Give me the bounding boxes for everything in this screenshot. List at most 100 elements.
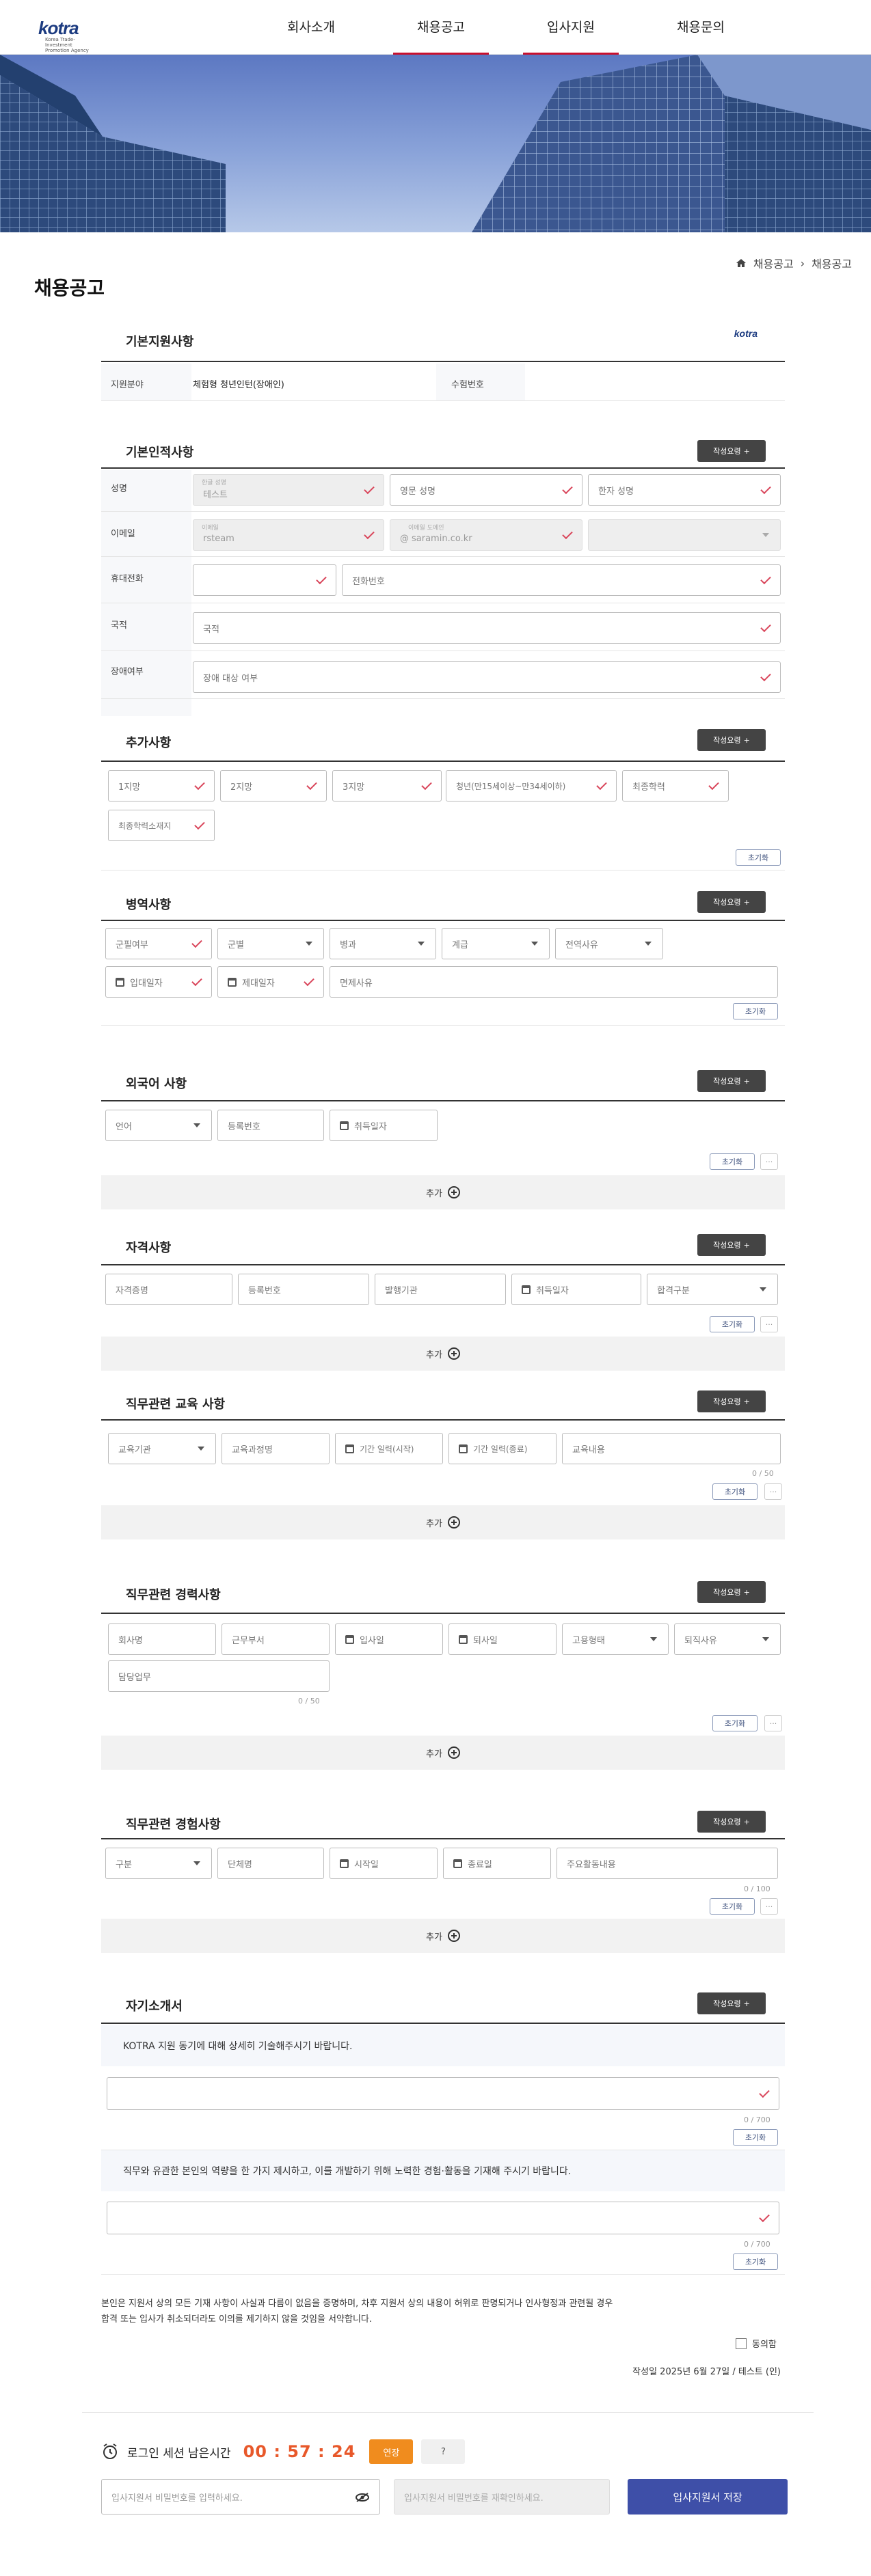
add-row-button[interactable]: 추가 bbox=[101, 1175, 785, 1209]
reset-button[interactable]: 초기화 bbox=[733, 1003, 778, 1019]
add-row-button[interactable]: 추가 bbox=[101, 1505, 785, 1539]
add-row-button[interactable]: 추가 bbox=[101, 1919, 785, 1953]
save-application-button[interactable]: 입사지원서 저장 bbox=[628, 2479, 788, 2515]
phone-input[interactable]: 전화번호 bbox=[342, 564, 781, 596]
question-2: 직무와 유관한 본인의 역량을 한 가지 제시하고, 이를 개발하기 위해 노력… bbox=[101, 2150, 785, 2191]
training-start-input[interactable]: 기간 일력(시작) bbox=[335, 1433, 443, 1464]
activity-input[interactable]: 주요활동내용 bbox=[557, 1848, 778, 1879]
guide-button[interactable]: 작성요령 + bbox=[697, 891, 766, 913]
training-content-input[interactable]: 교육내용 bbox=[562, 1433, 781, 1464]
organization-input[interactable]: 단체명 bbox=[217, 1848, 324, 1879]
add-row-button[interactable]: 추가 bbox=[101, 1736, 785, 1770]
reset-button[interactable]: 초기화 bbox=[710, 1316, 755, 1332]
leave-reason-select[interactable]: 퇴직사유 bbox=[674, 1623, 781, 1655]
military-branch-select[interactable]: 군별 bbox=[217, 928, 324, 959]
reset-button[interactable]: 초기화 bbox=[710, 1153, 755, 1170]
name-input[interactable]: 한글 성명 테스트 bbox=[193, 474, 384, 506]
nav-recruit[interactable]: 채용공고 bbox=[376, 0, 506, 55]
more-button[interactable]: ··· bbox=[760, 1898, 778, 1915]
acquired-date-input[interactable]: 취득일자 bbox=[330, 1110, 438, 1141]
guide-button[interactable]: 작성요령 + bbox=[697, 729, 766, 751]
youth-select[interactable]: 청년(만15세이상~만34세이하) bbox=[446, 770, 617, 801]
exp-end-input[interactable]: 종료일 bbox=[443, 1848, 551, 1879]
session-timer: 로그인 세션 남은시간 00 : 57 : 24 연장 ? bbox=[101, 2439, 466, 2464]
guide-button[interactable]: 작성요령 + bbox=[697, 1581, 766, 1603]
discharge-reason-select[interactable]: 전역사유 bbox=[555, 928, 663, 959]
more-button[interactable]: ··· bbox=[760, 1153, 778, 1170]
help-button[interactable]: ? bbox=[421, 2439, 466, 2464]
company-name-input[interactable]: 회사명 bbox=[108, 1623, 216, 1655]
answer-2-textarea[interactable] bbox=[107, 2202, 779, 2234]
military-rank-select[interactable]: 계급 bbox=[442, 928, 550, 959]
plus-icon: + bbox=[743, 1587, 750, 1597]
guide-button[interactable]: 작성요령 + bbox=[697, 440, 766, 462]
more-button[interactable]: ··· bbox=[764, 1715, 782, 1731]
language-select[interactable]: 언어 bbox=[105, 1110, 212, 1141]
checkbox-box[interactable] bbox=[736, 2338, 747, 2349]
guide-button[interactable]: 작성요령 + bbox=[697, 1390, 766, 1412]
phone-prefix-input[interactable] bbox=[193, 564, 336, 596]
chinese-name-input[interactable]: 한자 성명 bbox=[588, 474, 781, 506]
certificate-name-input[interactable]: 자격증명 bbox=[105, 1274, 232, 1305]
choice1-select[interactable]: 1지망 bbox=[108, 770, 215, 801]
exp-start-input[interactable]: 시작일 bbox=[330, 1848, 438, 1879]
password-input[interactable]: 입사지원서 비밀번호를 입력하세요. bbox=[101, 2479, 380, 2515]
email-domain-input[interactable]: 이메일 도메인 @ saramin.co.kr bbox=[390, 519, 582, 551]
choice3-select[interactable]: 3지망 bbox=[332, 770, 442, 801]
nav-apply[interactable]: 입사지원 bbox=[506, 0, 636, 55]
education-select[interactable]: 최종학력 bbox=[622, 770, 729, 801]
extend-button[interactable]: 연장 bbox=[369, 2439, 414, 2464]
more-button[interactable]: ··· bbox=[760, 1316, 778, 1332]
nav-inquiry[interactable]: 채용문의 bbox=[636, 0, 766, 55]
certificate-date-input[interactable]: 취득일자 bbox=[511, 1274, 641, 1305]
course-name-input[interactable]: 교육과정명 bbox=[222, 1433, 330, 1464]
agree-checkbox[interactable]: 동의함 bbox=[736, 2337, 777, 2350]
disability-input[interactable]: 장애 대상 여부 bbox=[193, 661, 781, 693]
answer-1-textarea[interactable] bbox=[107, 2077, 779, 2110]
more-button[interactable]: ··· bbox=[764, 1483, 782, 1500]
guide-button[interactable]: 작성요령 + bbox=[697, 1811, 766, 1833]
registration-number-input[interactable]: 등록번호 bbox=[217, 1110, 324, 1141]
employment-type-select[interactable]: 고용형태 bbox=[562, 1623, 669, 1655]
nav-company[interactable]: 회사소개 bbox=[246, 0, 376, 55]
reset-button[interactable]: 초기화 bbox=[733, 2129, 778, 2146]
issuer-input[interactable]: 발행기관 bbox=[375, 1274, 506, 1305]
duty-input[interactable]: 담당업무 bbox=[108, 1660, 330, 1692]
education-location-select[interactable]: 최종학력소재지 bbox=[108, 810, 215, 841]
exam-label: 수험번호 bbox=[451, 380, 484, 390]
exp-type-select[interactable]: 구분 bbox=[105, 1848, 212, 1879]
military-arm-select[interactable]: 병과 bbox=[330, 928, 436, 959]
eye-off-icon[interactable] bbox=[355, 2493, 370, 2502]
institution-select[interactable]: 교육기관 bbox=[108, 1433, 216, 1464]
nation-input[interactable]: 국적 bbox=[193, 612, 781, 644]
certificate-number-input[interactable]: 등록번호 bbox=[238, 1274, 369, 1305]
military-status-select[interactable]: 군필여부 bbox=[105, 928, 212, 959]
guide-button[interactable]: 작성요령 + bbox=[697, 1234, 766, 1256]
training-end-input[interactable]: 기간 일력(종료) bbox=[448, 1433, 557, 1464]
caret-down-icon bbox=[306, 942, 312, 946]
email-input[interactable]: 이메일 rsteam bbox=[193, 519, 384, 551]
join-date-input[interactable]: 입사일 bbox=[335, 1623, 443, 1655]
email-domain-select[interactable] bbox=[588, 519, 781, 551]
leave-date-input[interactable]: 퇴사일 bbox=[448, 1623, 557, 1655]
guide-button[interactable]: 작성요령 + bbox=[697, 1070, 766, 1092]
reset-button[interactable]: 초기화 bbox=[712, 1715, 758, 1731]
english-name-input[interactable]: 영문 성명 bbox=[390, 474, 582, 506]
department-input[interactable]: 근무부서 bbox=[222, 1623, 330, 1655]
breadcrumb-item[interactable]: 채용공고 bbox=[753, 255, 794, 271]
pass-type-select[interactable]: 합격구분 bbox=[647, 1274, 778, 1305]
breadcrumb-item[interactable]: 채용공고 bbox=[812, 255, 852, 271]
choice2-select[interactable]: 2지망 bbox=[220, 770, 327, 801]
kotra-logo[interactable]: kotra Korea Trade-Investment Promotion A… bbox=[38, 19, 93, 53]
password-confirm-input[interactable]: 입사지원서 비밀번호를 재확인하세요. bbox=[394, 2479, 610, 2515]
reset-button[interactable]: 초기화 bbox=[712, 1483, 758, 1500]
home-icon[interactable] bbox=[736, 258, 747, 268]
reset-button[interactable]: 초기화 bbox=[736, 849, 781, 866]
add-row-button[interactable]: 추가 bbox=[101, 1337, 785, 1371]
exemption-reason-input[interactable]: 면제사유 bbox=[330, 966, 778, 998]
reset-button[interactable]: 초기화 bbox=[710, 1898, 755, 1915]
discharge-date-input[interactable]: 제대일자 bbox=[217, 966, 324, 998]
guide-button[interactable]: 작성요령 + bbox=[697, 1992, 766, 2014]
enlist-date-input[interactable]: 입대일자 bbox=[105, 966, 212, 998]
reset-button[interactable]: 초기화 bbox=[733, 2253, 778, 2270]
